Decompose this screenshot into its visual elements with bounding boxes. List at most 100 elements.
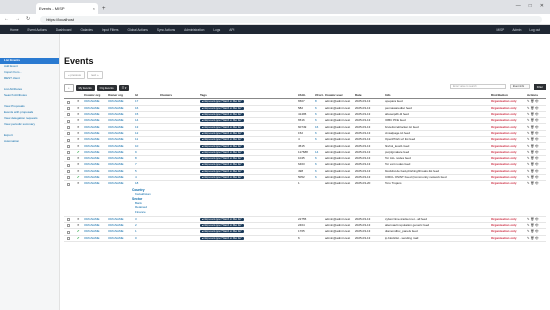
- url-field[interactable]: https://localhost: [40, 15, 542, 23]
- event-info-select[interactable]: Event info: [510, 84, 530, 89]
- row-checkbox[interactable]: [67, 224, 70, 228]
- filter-button[interactable]: Filter: [533, 84, 546, 90]
- creator-org-link[interactable]: ORGNAME: [84, 106, 100, 110]
- event-id-link[interactable]: 13: [135, 125, 138, 129]
- distribution-label[interactable]: Organisation only: [491, 224, 517, 227]
- creator-org-link[interactable]: ORGNAME: [84, 157, 100, 160]
- creator-org-link[interactable]: ORGNAME: [84, 113, 100, 116]
- table-row[interactable]: ✕ ORGNAME ORGNAME 18 1 admin@admin.test 2025-0…: [64, 181, 546, 217]
- nav-item-2[interactable]: Dashboard: [56, 28, 72, 32]
- nav-item-0[interactable]: Home: [10, 28, 19, 32]
- nav-right-item-1[interactable]: Admin: [512, 28, 521, 32]
- event-id-link[interactable]: 7: [135, 163, 137, 166]
- creator-org-link[interactable]: ORGNAME: [84, 236, 100, 240]
- tag-badge[interactable]: misp:event-type="Watch or filter list": [200, 176, 244, 180]
- tag-badge[interactable]: misp:event-type="Watch or filter list": [200, 125, 244, 129]
- tag-badge[interactable]: misp:event-type="Watch or filter list": [200, 224, 244, 228]
- creator-org-link[interactable]: ORGNAME: [84, 125, 100, 129]
- nav-item-3[interactable]: Galaxies: [80, 28, 92, 32]
- nav-item-1[interactable]: Event Actions: [28, 28, 47, 32]
- tag-badge[interactable]: misp:event-type="Watch or filter list": [200, 150, 244, 154]
- previous-page-button[interactable]: « previous: [64, 71, 85, 79]
- event-id-link[interactable]: 1: [135, 230, 137, 233]
- column-header-10[interactable]: Date: [355, 94, 362, 97]
- event-id-link[interactable]: 9: [135, 150, 137, 154]
- row-checkbox[interactable]: [67, 138, 70, 142]
- tag-badge[interactable]: misp:event-type="Watch or filter list": [200, 163, 244, 167]
- row-checkbox[interactable]: [67, 107, 70, 111]
- owner-org-link[interactable]: ORGNAME: [108, 163, 124, 166]
- nav-item-5[interactable]: Global Actions: [128, 28, 148, 32]
- my-events-button[interactable]: My Events: [75, 84, 95, 91]
- event-id-link[interactable]: 4: [135, 176, 137, 179]
- correlation-count[interactable]: 6: [315, 131, 317, 135]
- correlation-count[interactable]: 6: [315, 163, 317, 166]
- distribution-label[interactable]: Organisation only: [491, 176, 517, 179]
- creator-org-link[interactable]: ORGNAME: [84, 230, 100, 233]
- correlation-count[interactable]: 6: [315, 138, 317, 141]
- event-id-link[interactable]: 5: [135, 169, 137, 173]
- creator-org-link[interactable]: ORGNAME: [84, 217, 100, 221]
- creator-org-link[interactable]: ORGNAME: [84, 100, 100, 103]
- distribution-label[interactable]: Organisation only: [491, 217, 517, 221]
- tag-badge[interactable]: misp:event-type="Watch or filter list": [200, 169, 244, 173]
- row-actions-icons[interactable]: ✎ 🗑 👁: [527, 150, 539, 154]
- tag-badge[interactable]: misp:event-type="Watch or filter list": [200, 106, 244, 110]
- row-actions-icons[interactable]: ✎ 🗑 👁: [527, 163, 539, 166]
- correlation-count[interactable]: 6: [315, 119, 317, 122]
- creator-org-link[interactable]: ORGNAME: [84, 169, 100, 173]
- row-checkbox[interactable]: [67, 113, 70, 117]
- creator-org-link[interactable]: ORGNAME: [84, 150, 100, 154]
- owner-org-link[interactable]: ORGNAME: [108, 131, 124, 135]
- owner-org-link[interactable]: ORGNAME: [108, 230, 124, 233]
- close-window-icon[interactable]: ✕: [540, 3, 544, 9]
- table-row[interactable]: ✔ ORGNAME ORGNAME 0 misp:event-type="Watch o…: [64, 236, 546, 242]
- event-id-link[interactable]: 14: [135, 119, 138, 122]
- creator-org-link[interactable]: ORGNAME: [84, 176, 100, 179]
- correlation-count[interactable]: 6: [315, 169, 317, 173]
- event-id-link[interactable]: 10: [135, 144, 138, 148]
- correlation-count[interactable]: 14: [315, 150, 318, 154]
- forward-icon[interactable]: →: [15, 16, 20, 22]
- owner-org-link[interactable]: ORGNAME: [108, 176, 124, 179]
- row-actions-icons[interactable]: ✎ 🗑 👁: [527, 106, 539, 110]
- search-icon[interactable]: ⌕: [64, 83, 74, 92]
- tag-badge[interactable]: misp:event-type="Watch or filter list": [200, 157, 244, 161]
- row-actions-icons[interactable]: ✎ 🗑 👁: [527, 144, 539, 148]
- owner-org-link[interactable]: ORGNAME: [108, 217, 124, 221]
- tag-badge[interactable]: misp:event-type="Watch or filter list": [200, 113, 244, 117]
- row-actions-icons[interactable]: ✎ 🗑 👁: [527, 236, 539, 240]
- galaxy-sector-value-2[interactable]: Finance: [132, 210, 151, 214]
- row-checkbox[interactable]: [67, 230, 70, 234]
- owner-org-link[interactable]: ORGNAME: [108, 125, 124, 129]
- owner-org-link[interactable]: ORGNAME: [108, 224, 124, 227]
- event-id-link[interactable]: 8: [135, 157, 137, 160]
- distribution-label[interactable]: Organisation only: [491, 157, 517, 160]
- column-header-8[interactable]: #Corr.: [315, 94, 324, 97]
- column-header-9[interactable]: Creator user: [325, 94, 343, 97]
- row-actions-icons[interactable]: ✎ 🗑 👁: [527, 157, 539, 160]
- owner-org-link[interactable]: ORGNAME: [108, 113, 124, 116]
- nav-right-item-0[interactable]: MISP: [497, 28, 505, 32]
- row-checkbox[interactable]: [67, 163, 70, 167]
- row-checkbox[interactable]: [67, 170, 70, 174]
- row-checkbox[interactable]: [67, 157, 70, 161]
- nav-item-4[interactable]: Input Filters: [102, 28, 119, 32]
- row-checkbox[interactable]: [67, 176, 70, 180]
- column-header-4[interactable]: Id: [135, 94, 138, 97]
- correlation-count[interactable]: 6: [315, 106, 317, 110]
- creator-org-link[interactable]: ORGNAME: [84, 224, 100, 227]
- row-actions-icons[interactable]: ✎ 🗑 👁: [527, 138, 539, 141]
- tag-badge[interactable]: misp:event-type="Watch or filter list": [200, 230, 244, 234]
- row-checkbox[interactable]: [67, 125, 70, 129]
- row-actions-icons[interactable]: ✎ 🗑 👁: [527, 182, 539, 185]
- search-input[interactable]: Enter value to search: [450, 84, 506, 89]
- nav-item-6[interactable]: Sync Actions: [157, 28, 175, 32]
- distribution-label[interactable]: Organisation only: [491, 106, 517, 110]
- owner-org-link[interactable]: ORGNAME: [108, 236, 124, 240]
- row-actions-icons[interactable]: ✎ 🗑 👁: [527, 169, 539, 173]
- correlation-count[interactable]: 6: [315, 113, 317, 116]
- distribution-label[interactable]: Organisation only: [491, 138, 517, 141]
- column-header-13[interactable]: Actions: [527, 94, 538, 97]
- column-header-5[interactable]: Clusters: [160, 94, 172, 97]
